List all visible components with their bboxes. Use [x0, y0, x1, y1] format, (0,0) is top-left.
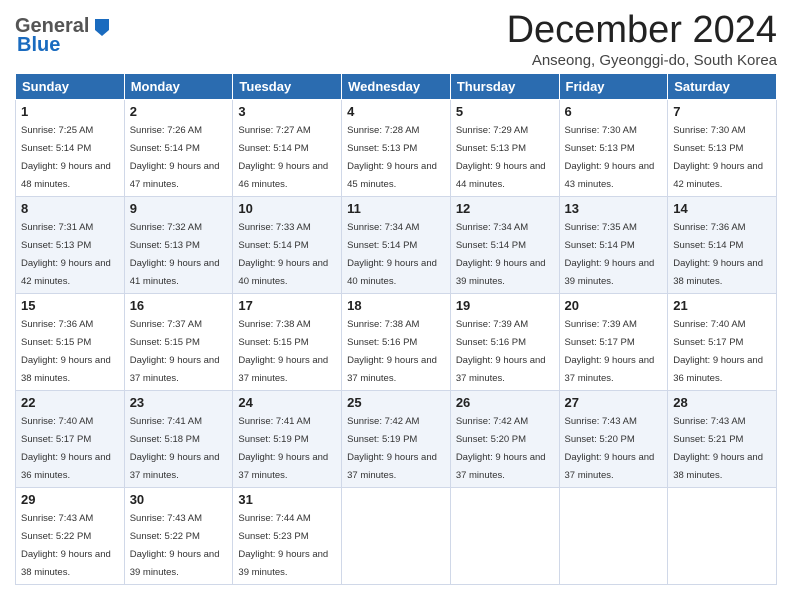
table-row: 25Sunrise: 7:42 AMSunset: 5:19 PMDayligh… — [342, 390, 451, 487]
logo: General Blue — [15, 10, 113, 57]
table-row: 20Sunrise: 7:39 AMSunset: 5:17 PMDayligh… — [559, 293, 668, 390]
col-wednesday: Wednesday — [342, 73, 451, 99]
table-row: 18Sunrise: 7:38 AMSunset: 5:16 PMDayligh… — [342, 293, 451, 390]
col-sunday: Sunday — [16, 73, 125, 99]
col-saturday: Saturday — [668, 73, 777, 99]
table-row: 7Sunrise: 7:30 AMSunset: 5:13 PMDaylight… — [668, 99, 777, 196]
header-row: Sunday Monday Tuesday Wednesday Thursday… — [16, 73, 777, 99]
table-row: 15Sunrise: 7:36 AMSunset: 5:15 PMDayligh… — [16, 293, 125, 390]
week-row-1: 1Sunrise: 7:25 AMSunset: 5:14 PMDaylight… — [16, 99, 777, 196]
week-row-2: 8Sunrise: 7:31 AMSunset: 5:13 PMDaylight… — [16, 196, 777, 293]
table-row: 5Sunrise: 7:29 AMSunset: 5:13 PMDaylight… — [450, 99, 559, 196]
col-thursday: Thursday — [450, 73, 559, 99]
table-row: 6Sunrise: 7:30 AMSunset: 5:13 PMDaylight… — [559, 99, 668, 196]
col-monday: Monday — [124, 73, 233, 99]
table-row: 1Sunrise: 7:25 AMSunset: 5:14 PMDaylight… — [16, 99, 125, 196]
table-row: 17Sunrise: 7:38 AMSunset: 5:15 PMDayligh… — [233, 293, 342, 390]
week-row-5: 29Sunrise: 7:43 AMSunset: 5:22 PMDayligh… — [16, 487, 777, 584]
table-row: 29Sunrise: 7:43 AMSunset: 5:22 PMDayligh… — [16, 487, 125, 584]
table-row: 19Sunrise: 7:39 AMSunset: 5:16 PMDayligh… — [450, 293, 559, 390]
logo-blue: Blue — [15, 34, 113, 57]
table-row: 28Sunrise: 7:43 AMSunset: 5:21 PMDayligh… — [668, 390, 777, 487]
table-row — [668, 487, 777, 584]
table-row — [342, 487, 451, 584]
table-row — [559, 487, 668, 584]
table-row: 31Sunrise: 7:44 AMSunset: 5:23 PMDayligh… — [233, 487, 342, 584]
week-row-3: 15Sunrise: 7:36 AMSunset: 5:15 PMDayligh… — [16, 293, 777, 390]
table-row: 12Sunrise: 7:34 AMSunset: 5:14 PMDayligh… — [450, 196, 559, 293]
week-row-4: 22Sunrise: 7:40 AMSunset: 5:17 PMDayligh… — [16, 390, 777, 487]
table-row: 11Sunrise: 7:34 AMSunset: 5:14 PMDayligh… — [342, 196, 451, 293]
table-row: 26Sunrise: 7:42 AMSunset: 5:20 PMDayligh… — [450, 390, 559, 487]
table-row: 2Sunrise: 7:26 AMSunset: 5:14 PMDaylight… — [124, 99, 233, 196]
table-row: 14Sunrise: 7:36 AMSunset: 5:14 PMDayligh… — [668, 196, 777, 293]
table-row: 24Sunrise: 7:41 AMSunset: 5:19 PMDayligh… — [233, 390, 342, 487]
table-row: 27Sunrise: 7:43 AMSunset: 5:20 PMDayligh… — [559, 390, 668, 487]
table-row: 16Sunrise: 7:37 AMSunset: 5:15 PMDayligh… — [124, 293, 233, 390]
table-row: 4Sunrise: 7:28 AMSunset: 5:13 PMDaylight… — [342, 99, 451, 196]
table-row: 3Sunrise: 7:27 AMSunset: 5:14 PMDaylight… — [233, 99, 342, 196]
table-row: 21Sunrise: 7:40 AMSunset: 5:17 PMDayligh… — [668, 293, 777, 390]
page-container: General Blue December 2024 Anseong, Gyeo… — [0, 0, 792, 595]
table-row: 13Sunrise: 7:35 AMSunset: 5:14 PMDayligh… — [559, 196, 668, 293]
table-row: 8Sunrise: 7:31 AMSunset: 5:13 PMDaylight… — [16, 196, 125, 293]
table-row: 9Sunrise: 7:32 AMSunset: 5:13 PMDaylight… — [124, 196, 233, 293]
table-row — [450, 487, 559, 584]
col-friday: Friday — [559, 73, 668, 99]
calendar-table: Sunday Monday Tuesday Wednesday Thursday… — [15, 73, 777, 585]
table-row: 23Sunrise: 7:41 AMSunset: 5:18 PMDayligh… — [124, 390, 233, 487]
table-row: 30Sunrise: 7:43 AMSunset: 5:22 PMDayligh… — [124, 487, 233, 584]
col-tuesday: Tuesday — [233, 73, 342, 99]
title-area: December 2024 Anseong, Gyeonggi-do, Sout… — [507, 10, 777, 69]
table-row: 10Sunrise: 7:33 AMSunset: 5:14 PMDayligh… — [233, 196, 342, 293]
location: Anseong, Gyeonggi-do, South Korea — [507, 52, 777, 69]
header: General Blue December 2024 Anseong, Gyeo… — [15, 10, 777, 69]
month-title: December 2024 — [507, 10, 777, 52]
table-row: 22Sunrise: 7:40 AMSunset: 5:17 PMDayligh… — [16, 390, 125, 487]
